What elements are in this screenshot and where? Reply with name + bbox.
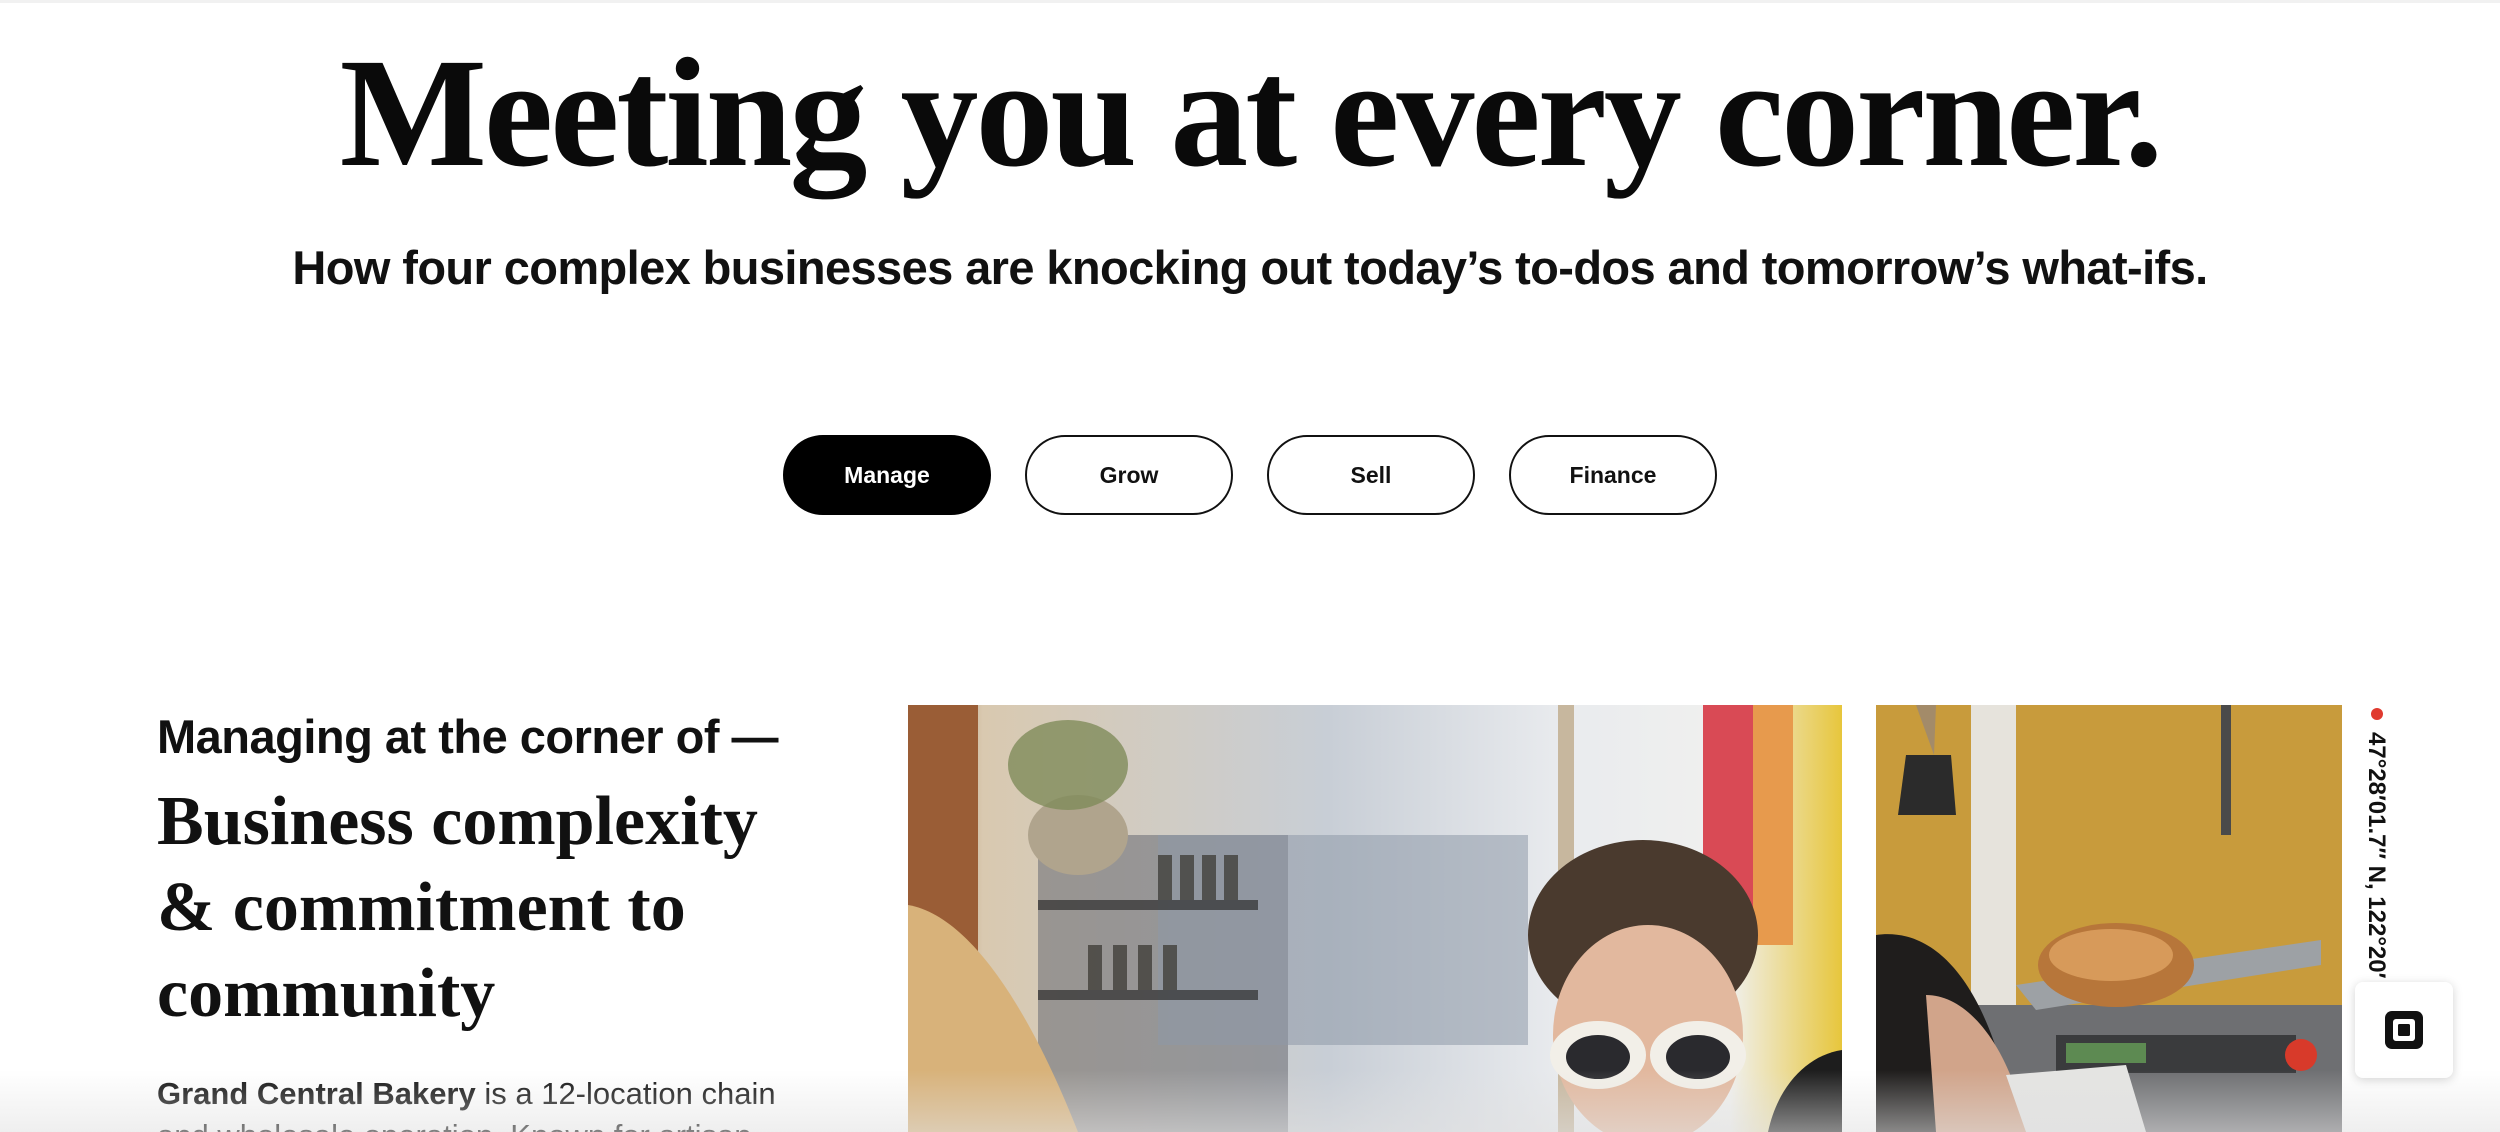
page-title: Meeting you at every corner. <box>339 26 2164 199</box>
business-name: Grand Central Bakery <box>157 1076 476 1111</box>
square-logo-icon <box>2385 1011 2423 1049</box>
cafe-photo-illustration <box>908 705 1842 1132</box>
section-heading: Business complexity & commitment to comm… <box>157 783 758 1032</box>
section-kicker: Managing at the corner of — <box>157 710 779 763</box>
square-logo-button[interactable] <box>2355 982 2453 1078</box>
location-marker-dot <box>2371 708 2383 720</box>
section-body: Grand Central Bakery is a 12-location ch… <box>157 1073 777 1132</box>
category-tabs: Manage Grow Sell Finance <box>0 435 2500 515</box>
tab-finance[interactable]: Finance <box>1509 435 1717 515</box>
bakery-photo-illustration <box>1876 705 2342 1132</box>
cafe-customer-photo <box>908 705 1842 1132</box>
top-divider <box>0 0 2500 3</box>
tab-grow[interactable]: Grow <box>1025 435 1233 515</box>
tab-sell[interactable]: Sell <box>1267 435 1475 515</box>
tab-manage[interactable]: Manage <box>783 435 991 515</box>
bakery-bread-photo <box>1876 705 2342 1132</box>
story-intro: Managing at the corner of — Business com… <box>157 705 797 1132</box>
location-coordinates: 47°28′01.7″ N, 122°20′ <box>2363 732 2390 979</box>
page-subtitle: How four complex businesses are knocking… <box>292 241 2208 294</box>
